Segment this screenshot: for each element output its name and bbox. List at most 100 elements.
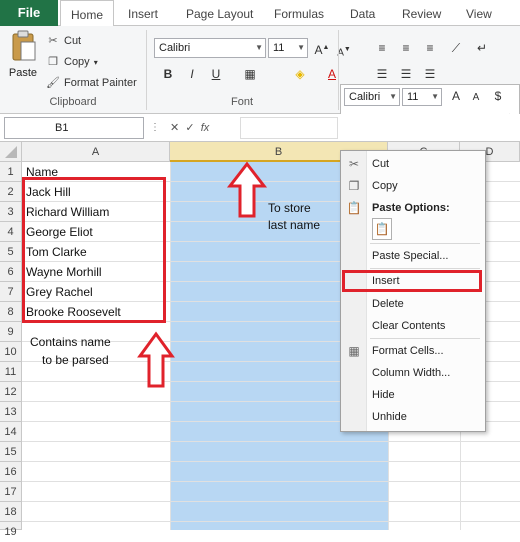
font-name-combo[interactable]: Calibri ▼ xyxy=(154,38,266,58)
mini-font-size-combo[interactable]: 11 ▼ xyxy=(402,88,442,106)
select-all-corner[interactable] xyxy=(0,142,22,162)
note-to-be-parsed: to be parsed xyxy=(42,353,109,367)
font-color-button[interactable]: A xyxy=(322,64,342,84)
borders-button[interactable]: ▦ xyxy=(240,64,260,84)
row-header[interactable]: 17 xyxy=(0,482,22,502)
row-header[interactable]: 4 xyxy=(0,222,22,242)
menu-item-hide[interactable]: Hide xyxy=(372,385,395,405)
tab-home[interactable]: Home xyxy=(60,0,115,27)
group-divider xyxy=(338,30,339,110)
align-top-button[interactable]: ≡ xyxy=(372,38,392,58)
underline-button[interactable]: U xyxy=(206,64,226,84)
paste-button[interactable]: Paste xyxy=(6,30,40,90)
menu-item-cut[interactable]: Cut xyxy=(372,154,389,174)
row-header[interactable]: 1 xyxy=(0,162,22,182)
menu-separator xyxy=(370,268,480,269)
format-cells-icon: ▦ xyxy=(348,344,360,358)
mini-accounting-button[interactable]: $ xyxy=(488,86,508,106)
menu-item-column-width[interactable]: Column Width... xyxy=(372,363,450,383)
tab-insert[interactable]: Insert xyxy=(128,0,158,26)
tab-page-layout[interactable]: Page Layout xyxy=(186,0,253,26)
shrink-font-button[interactable]: A▼ xyxy=(334,40,354,60)
row-header[interactable]: 16 xyxy=(0,462,22,482)
chevron-down-icon: ▼ xyxy=(297,43,305,52)
row-header[interactable]: 9 xyxy=(0,322,22,342)
copy-button[interactable]: ❐ Copy ▾ xyxy=(46,55,98,69)
align-center-button[interactable]: ☰ xyxy=(396,64,416,84)
paste-option-button[interactable]: 📋 xyxy=(372,218,392,240)
note-to-store: To store xyxy=(268,201,311,215)
scissors-icon: ✂ xyxy=(348,157,360,171)
gridline xyxy=(22,501,520,502)
row-header[interactable]: 15 xyxy=(0,442,22,462)
menu-item-clear-contents[interactable]: Clear Contents xyxy=(372,316,445,336)
row-header[interactable]: 11 xyxy=(0,362,22,382)
format-painter-button[interactable]: 🖌 Format Painter xyxy=(46,76,137,90)
menu-item-unhide[interactable]: Unhide xyxy=(372,407,407,427)
up-arrow-icon xyxy=(137,331,175,388)
row-header[interactable]: 6 xyxy=(0,262,22,282)
row-header[interactable]: 8 xyxy=(0,302,22,322)
menu-item-copy[interactable]: Copy xyxy=(372,176,398,196)
row-header[interactable]: 13 xyxy=(0,402,22,422)
cancel-icon: ✕ xyxy=(170,122,180,134)
bold-button[interactable]: B xyxy=(158,64,178,84)
mini-font-size-value: 11 xyxy=(407,91,419,103)
wrap-text-button[interactable]: ↵ xyxy=(472,38,492,58)
fx-button[interactable]: ✕ ✓ fx xyxy=(170,117,226,139)
mini-grow-font-button[interactable]: A xyxy=(446,86,466,106)
up-arrow-icon xyxy=(226,161,268,218)
font-name-value: Calibri xyxy=(159,42,191,54)
formula-bar-handle-icon: ⋮ xyxy=(150,122,160,133)
font-size-combo[interactable]: 11 ▼ xyxy=(268,38,308,58)
tab-review[interactable]: Review xyxy=(402,0,441,26)
menu-item-paste-options: Paste Options: xyxy=(372,202,450,214)
clipboard-icon: 📋 xyxy=(374,222,390,236)
row-header[interactable]: 3 xyxy=(0,202,22,222)
row-header[interactable]: 14 xyxy=(0,422,22,442)
italic-button[interactable]: I xyxy=(182,64,202,84)
column-header-a[interactable]: A xyxy=(22,142,170,162)
copy-icon: ❐ xyxy=(348,179,360,193)
gridline xyxy=(22,481,520,482)
orientation-button[interactable]: ⟋ xyxy=(446,38,466,58)
row-header[interactable]: 19 xyxy=(0,522,22,538)
formula-input[interactable] xyxy=(240,117,338,139)
mini-shrink-font-button[interactable]: A xyxy=(466,88,486,108)
name-box[interactable]: B1 xyxy=(4,117,144,139)
note-last-name: last name xyxy=(268,218,321,232)
tab-view[interactable]: View xyxy=(466,0,492,26)
clipboard-icon xyxy=(12,30,36,61)
align-left-button[interactable]: ☰ xyxy=(372,64,392,84)
row-header[interactable]: 12 xyxy=(0,382,22,402)
align-bottom-button[interactable]: ≡ xyxy=(420,38,440,58)
tab-data[interactable]: Data xyxy=(350,0,375,26)
fx-label: fx xyxy=(200,122,210,134)
tab-formulas[interactable]: Formulas xyxy=(274,0,324,26)
row-header[interactable]: 7 xyxy=(0,282,22,302)
align-middle-button[interactable]: ≡ xyxy=(396,38,416,58)
row-header[interactable]: 18 xyxy=(0,502,22,522)
row-header[interactable]: 2 xyxy=(0,182,22,202)
row-header[interactable]: 10 xyxy=(0,342,22,362)
group-divider xyxy=(146,30,147,110)
menu-item-paste-special[interactable]: Paste Special... xyxy=(372,246,448,266)
row-header[interactable]: 5 xyxy=(0,242,22,262)
select-all-triangle-icon xyxy=(5,146,17,158)
menu-item-delete[interactable]: Delete xyxy=(372,294,404,314)
clipboard-group-label: Clipboard xyxy=(49,96,97,108)
scissors-icon: ✂ xyxy=(48,35,58,47)
paste-icon: 📋 xyxy=(346,201,362,215)
cut-button[interactable]: ✂ Cut xyxy=(46,34,81,48)
mini-font-name-combo[interactable]: Calibri ▼ xyxy=(344,88,400,106)
paste-label: Paste xyxy=(8,67,38,79)
grow-font-button[interactable]: A▲ xyxy=(312,38,332,58)
menu-item-format-cells[interactable]: Format Cells... xyxy=(372,341,444,361)
chevron-down-icon: ▼ xyxy=(255,43,263,52)
align-right-button[interactable]: ☰ xyxy=(420,64,440,84)
tab-file[interactable]: File xyxy=(0,0,58,26)
menu-separator xyxy=(370,338,480,339)
paintbrush-icon: 🖌 xyxy=(46,77,60,89)
fill-color-button[interactable]: ◈ xyxy=(290,64,310,84)
chevron-down-icon: ▼ xyxy=(431,92,439,101)
